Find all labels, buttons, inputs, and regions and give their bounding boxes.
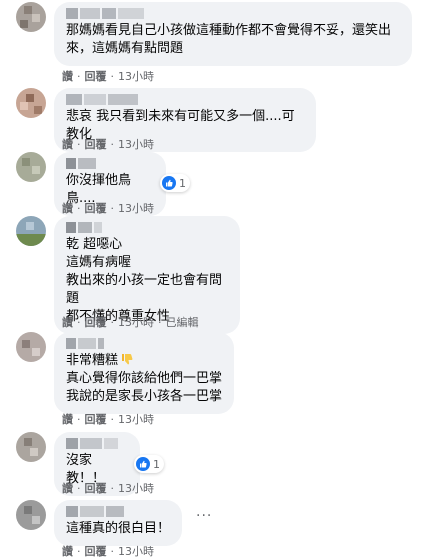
blurred-author-name[interactable] bbox=[66, 94, 304, 105]
separator: · bbox=[158, 315, 162, 329]
like-icon bbox=[162, 176, 176, 190]
avatar[interactable] bbox=[16, 2, 46, 32]
blurred-author-name[interactable] bbox=[66, 222, 228, 233]
reply-link[interactable]: 回覆 bbox=[85, 68, 107, 84]
timestamp[interactable]: 13小時 bbox=[118, 480, 154, 496]
like-link[interactable]: 讚 bbox=[62, 411, 73, 427]
timestamp[interactable]: 13小時 bbox=[118, 411, 154, 427]
separator: · bbox=[77, 412, 81, 426]
reaction-count[interactable]: 1 bbox=[134, 455, 164, 473]
blurred-author-name[interactable] bbox=[66, 506, 170, 517]
reaction-count[interactable]: 1 bbox=[160, 174, 190, 192]
comment-text: 非常糟糕 bbox=[66, 353, 119, 368]
timestamp[interactable]: 13小時 bbox=[118, 543, 154, 559]
reaction-count-text: 1 bbox=[179, 176, 186, 190]
avatar[interactable] bbox=[16, 500, 46, 530]
separator: · bbox=[77, 69, 81, 83]
comment-text: 真心覺得你該給他們一巴掌 我說的是家長小孩各一巴掌 bbox=[66, 371, 223, 404]
comment-text: 這種真的很白目！ bbox=[66, 521, 171, 536]
reply-link[interactable]: 回覆 bbox=[85, 411, 107, 427]
separator: · bbox=[77, 481, 81, 495]
comment-text: 乾 超噁心 這媽有病喔 教出來的小孩一定也會有問題 都不懂的尊重女性 bbox=[66, 237, 223, 324]
separator: · bbox=[110, 481, 115, 495]
comment-actions: 讚 · 回覆 · 13小時 bbox=[62, 200, 154, 216]
comment-actions: 讚 · 回覆 · 13小時 bbox=[62, 543, 154, 559]
like-link[interactable]: 讚 bbox=[62, 480, 73, 496]
avatar[interactable] bbox=[16, 332, 46, 362]
blurred-author-name[interactable] bbox=[66, 438, 128, 449]
avatar[interactable] bbox=[16, 88, 46, 118]
avatar[interactable] bbox=[16, 216, 46, 246]
reply-link[interactable]: 回覆 bbox=[85, 136, 107, 152]
comment-text-first-line: 非常糟糕 bbox=[66, 352, 222, 370]
separator: · bbox=[110, 315, 115, 329]
comment-actions: 讚 · 回覆 · 13小時 bbox=[62, 480, 154, 496]
comment-bubble: 這種真的很白目！ bbox=[54, 500, 182, 546]
like-link[interactable]: 讚 bbox=[62, 136, 73, 152]
comment-actions: 讚 · 回覆 · 13小時 · 已編輯 bbox=[62, 314, 199, 330]
separator: · bbox=[77, 315, 81, 329]
edited-label: 已編輯 bbox=[165, 316, 199, 329]
timestamp[interactable]: 13小時 bbox=[118, 314, 154, 330]
like-icon bbox=[136, 457, 150, 471]
reply-link[interactable]: 回覆 bbox=[85, 543, 107, 559]
reaction-count-text: 1 bbox=[153, 457, 160, 471]
timestamp[interactable]: 13小時 bbox=[118, 68, 154, 84]
like-link[interactable]: 讚 bbox=[62, 68, 73, 84]
comment-actions: 讚 · 回覆 · 13小時 bbox=[62, 68, 154, 84]
comment-text: 那媽媽看見自己小孩做這種動作都不會覺得不妥，還笑出 來，這媽媽有點問題 bbox=[66, 23, 392, 56]
reply-link[interactable]: 回覆 bbox=[85, 314, 107, 330]
separator: · bbox=[110, 69, 115, 83]
separator: · bbox=[110, 412, 115, 426]
more-options-icon[interactable]: ··· bbox=[196, 508, 212, 524]
thumbs-down-emoji bbox=[122, 354, 133, 365]
like-link[interactable]: 讚 bbox=[62, 543, 73, 559]
reply-link[interactable]: 回覆 bbox=[85, 480, 107, 496]
blurred-author-name[interactable] bbox=[66, 8, 400, 19]
separator: · bbox=[110, 137, 115, 151]
separator: · bbox=[77, 137, 81, 151]
timestamp[interactable]: 13小時 bbox=[118, 136, 154, 152]
like-link[interactable]: 讚 bbox=[62, 314, 73, 330]
avatar[interactable] bbox=[16, 432, 46, 462]
comment-bubble: 非常糟糕 真心覺得你該給他們一巴掌 我說的是家長小孩各一巴掌 bbox=[54, 332, 234, 414]
comment-actions: 讚 · 回覆 · 13小時 bbox=[62, 136, 154, 152]
avatar[interactable] bbox=[16, 152, 46, 182]
separator: · bbox=[110, 201, 115, 215]
reply-link[interactable]: 回覆 bbox=[85, 200, 107, 216]
blurred-author-name[interactable] bbox=[66, 338, 222, 349]
timestamp[interactable]: 13小時 bbox=[118, 200, 154, 216]
separator: · bbox=[77, 201, 81, 215]
blurred-author-name[interactable] bbox=[66, 158, 154, 169]
comment-bubble: 那媽媽看見自己小孩做這種動作都不會覺得不妥，還笑出 來，這媽媽有點問題 bbox=[54, 2, 412, 66]
like-link[interactable]: 讚 bbox=[62, 200, 73, 216]
comment-actions: 讚 · 回覆 · 13小時 bbox=[62, 411, 154, 427]
